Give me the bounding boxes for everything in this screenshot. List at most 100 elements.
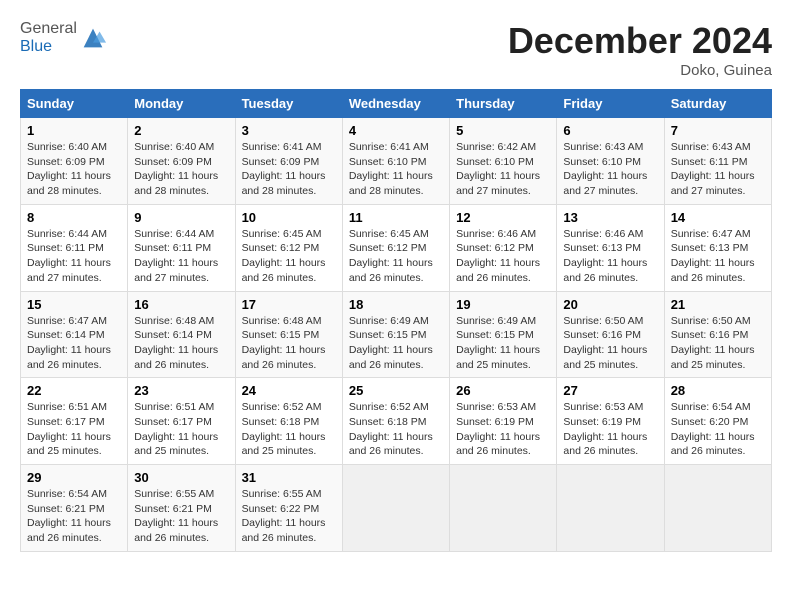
calendar-day-cell [450,465,557,552]
calendar-day-cell: 1 Sunrise: 6:40 AMSunset: 6:09 PMDayligh… [21,118,128,205]
day-detail: Sunrise: 6:47 AMSunset: 6:14 PMDaylight:… [27,314,121,373]
day-detail: Sunrise: 6:50 AMSunset: 6:16 PMDaylight:… [671,314,765,373]
calendar-day-cell: 20 Sunrise: 6:50 AMSunset: 6:16 PMDaylig… [557,291,664,378]
day-detail: Sunrise: 6:54 AMSunset: 6:21 PMDaylight:… [27,487,121,546]
logo-icon [79,24,107,52]
calendar-week-row: 22 Sunrise: 6:51 AMSunset: 6:17 PMDaylig… [21,378,772,465]
logo: General Blue [20,20,107,56]
weekday-header-cell: Thursday [450,90,557,118]
day-number: 26 [456,383,550,398]
day-detail: Sunrise: 6:54 AMSunset: 6:20 PMDaylight:… [671,400,765,459]
calendar-week-row: 1 Sunrise: 6:40 AMSunset: 6:09 PMDayligh… [21,118,772,205]
calendar-day-cell: 15 Sunrise: 6:47 AMSunset: 6:14 PMDaylig… [21,291,128,378]
day-detail: Sunrise: 6:44 AMSunset: 6:11 PMDaylight:… [134,227,228,286]
day-number: 6 [563,123,657,138]
day-number: 15 [27,297,121,312]
day-detail: Sunrise: 6:42 AMSunset: 6:10 PMDaylight:… [456,140,550,199]
day-detail: Sunrise: 6:48 AMSunset: 6:15 PMDaylight:… [242,314,336,373]
calendar-day-cell: 18 Sunrise: 6:49 AMSunset: 6:15 PMDaylig… [342,291,449,378]
calendar-table: SundayMondayTuesdayWednesdayThursdayFrid… [20,89,772,552]
day-detail: Sunrise: 6:55 AMSunset: 6:22 PMDaylight:… [242,487,336,546]
weekday-header-cell: Monday [128,90,235,118]
day-number: 19 [456,297,550,312]
location: Doko, Guinea [508,62,772,79]
logo-general: General [20,20,77,37]
day-detail: Sunrise: 6:45 AMSunset: 6:12 PMDaylight:… [242,227,336,286]
calendar-day-cell: 11 Sunrise: 6:45 AMSunset: 6:12 PMDaylig… [342,204,449,291]
day-detail: Sunrise: 6:44 AMSunset: 6:11 PMDaylight:… [27,227,121,286]
calendar-day-cell: 5 Sunrise: 6:42 AMSunset: 6:10 PMDayligh… [450,118,557,205]
weekday-header-cell: Wednesday [342,90,449,118]
day-number: 5 [456,123,550,138]
day-detail: Sunrise: 6:48 AMSunset: 6:14 PMDaylight:… [134,314,228,373]
calendar-day-cell [342,465,449,552]
day-number: 8 [27,210,121,225]
day-number: 2 [134,123,228,138]
day-number: 12 [456,210,550,225]
day-number: 31 [242,470,336,485]
day-number: 22 [27,383,121,398]
day-detail: Sunrise: 6:41 AMSunset: 6:09 PMDaylight:… [242,140,336,199]
day-detail: Sunrise: 6:51 AMSunset: 6:17 PMDaylight:… [27,400,121,459]
day-detail: Sunrise: 6:49 AMSunset: 6:15 PMDaylight:… [349,314,443,373]
day-number: 11 [349,210,443,225]
day-number: 1 [27,123,121,138]
day-number: 17 [242,297,336,312]
calendar-day-cell: 4 Sunrise: 6:41 AMSunset: 6:10 PMDayligh… [342,118,449,205]
title-block: December 2024 Doko, Guinea [508,20,772,79]
calendar-day-cell: 22 Sunrise: 6:51 AMSunset: 6:17 PMDaylig… [21,378,128,465]
weekday-header-row: SundayMondayTuesdayWednesdayThursdayFrid… [21,90,772,118]
calendar-week-row: 8 Sunrise: 6:44 AMSunset: 6:11 PMDayligh… [21,204,772,291]
calendar-day-cell: 10 Sunrise: 6:45 AMSunset: 6:12 PMDaylig… [235,204,342,291]
calendar-day-cell: 16 Sunrise: 6:48 AMSunset: 6:14 PMDaylig… [128,291,235,378]
day-detail: Sunrise: 6:46 AMSunset: 6:12 PMDaylight:… [456,227,550,286]
calendar-day-cell: 21 Sunrise: 6:50 AMSunset: 6:16 PMDaylig… [664,291,771,378]
calendar-day-cell: 9 Sunrise: 6:44 AMSunset: 6:11 PMDayligh… [128,204,235,291]
weekday-header-cell: Sunday [21,90,128,118]
day-detail: Sunrise: 6:52 AMSunset: 6:18 PMDaylight:… [242,400,336,459]
calendar-day-cell: 26 Sunrise: 6:53 AMSunset: 6:19 PMDaylig… [450,378,557,465]
calendar-day-cell: 24 Sunrise: 6:52 AMSunset: 6:18 PMDaylig… [235,378,342,465]
day-detail: Sunrise: 6:51 AMSunset: 6:17 PMDaylight:… [134,400,228,459]
calendar-day-cell: 3 Sunrise: 6:41 AMSunset: 6:09 PMDayligh… [235,118,342,205]
page-header: General Blue December 2024 Doko, Guinea [20,20,772,79]
weekday-header-cell: Saturday [664,90,771,118]
day-detail: Sunrise: 6:53 AMSunset: 6:19 PMDaylight:… [563,400,657,459]
day-number: 30 [134,470,228,485]
day-detail: Sunrise: 6:40 AMSunset: 6:09 PMDaylight:… [134,140,228,199]
weekday-header-cell: Friday [557,90,664,118]
day-detail: Sunrise: 6:46 AMSunset: 6:13 PMDaylight:… [563,227,657,286]
month-title: December 2024 [508,20,772,62]
calendar-day-cell: 17 Sunrise: 6:48 AMSunset: 6:15 PMDaylig… [235,291,342,378]
calendar-day-cell: 13 Sunrise: 6:46 AMSunset: 6:13 PMDaylig… [557,204,664,291]
day-detail: Sunrise: 6:45 AMSunset: 6:12 PMDaylight:… [349,227,443,286]
calendar-day-cell: 19 Sunrise: 6:49 AMSunset: 6:15 PMDaylig… [450,291,557,378]
calendar-day-cell: 23 Sunrise: 6:51 AMSunset: 6:17 PMDaylig… [128,378,235,465]
day-detail: Sunrise: 6:47 AMSunset: 6:13 PMDaylight:… [671,227,765,286]
calendar-week-row: 15 Sunrise: 6:47 AMSunset: 6:14 PMDaylig… [21,291,772,378]
calendar-day-cell [664,465,771,552]
calendar-day-cell: 28 Sunrise: 6:54 AMSunset: 6:20 PMDaylig… [664,378,771,465]
logo-blue: Blue [20,38,52,55]
day-number: 4 [349,123,443,138]
calendar-day-cell: 27 Sunrise: 6:53 AMSunset: 6:19 PMDaylig… [557,378,664,465]
day-number: 9 [134,210,228,225]
day-detail: Sunrise: 6:43 AMSunset: 6:10 PMDaylight:… [563,140,657,199]
weekday-header-cell: Tuesday [235,90,342,118]
calendar-day-cell: 25 Sunrise: 6:52 AMSunset: 6:18 PMDaylig… [342,378,449,465]
calendar-day-cell: 2 Sunrise: 6:40 AMSunset: 6:09 PMDayligh… [128,118,235,205]
day-detail: Sunrise: 6:43 AMSunset: 6:11 PMDaylight:… [671,140,765,199]
calendar-day-cell: 8 Sunrise: 6:44 AMSunset: 6:11 PMDayligh… [21,204,128,291]
day-number: 25 [349,383,443,398]
day-number: 28 [671,383,765,398]
day-number: 16 [134,297,228,312]
day-detail: Sunrise: 6:41 AMSunset: 6:10 PMDaylight:… [349,140,443,199]
calendar-day-cell: 14 Sunrise: 6:47 AMSunset: 6:13 PMDaylig… [664,204,771,291]
calendar-day-cell: 30 Sunrise: 6:55 AMSunset: 6:21 PMDaylig… [128,465,235,552]
day-number: 14 [671,210,765,225]
day-number: 27 [563,383,657,398]
day-number: 3 [242,123,336,138]
day-number: 23 [134,383,228,398]
calendar-day-cell: 12 Sunrise: 6:46 AMSunset: 6:12 PMDaylig… [450,204,557,291]
day-number: 21 [671,297,765,312]
